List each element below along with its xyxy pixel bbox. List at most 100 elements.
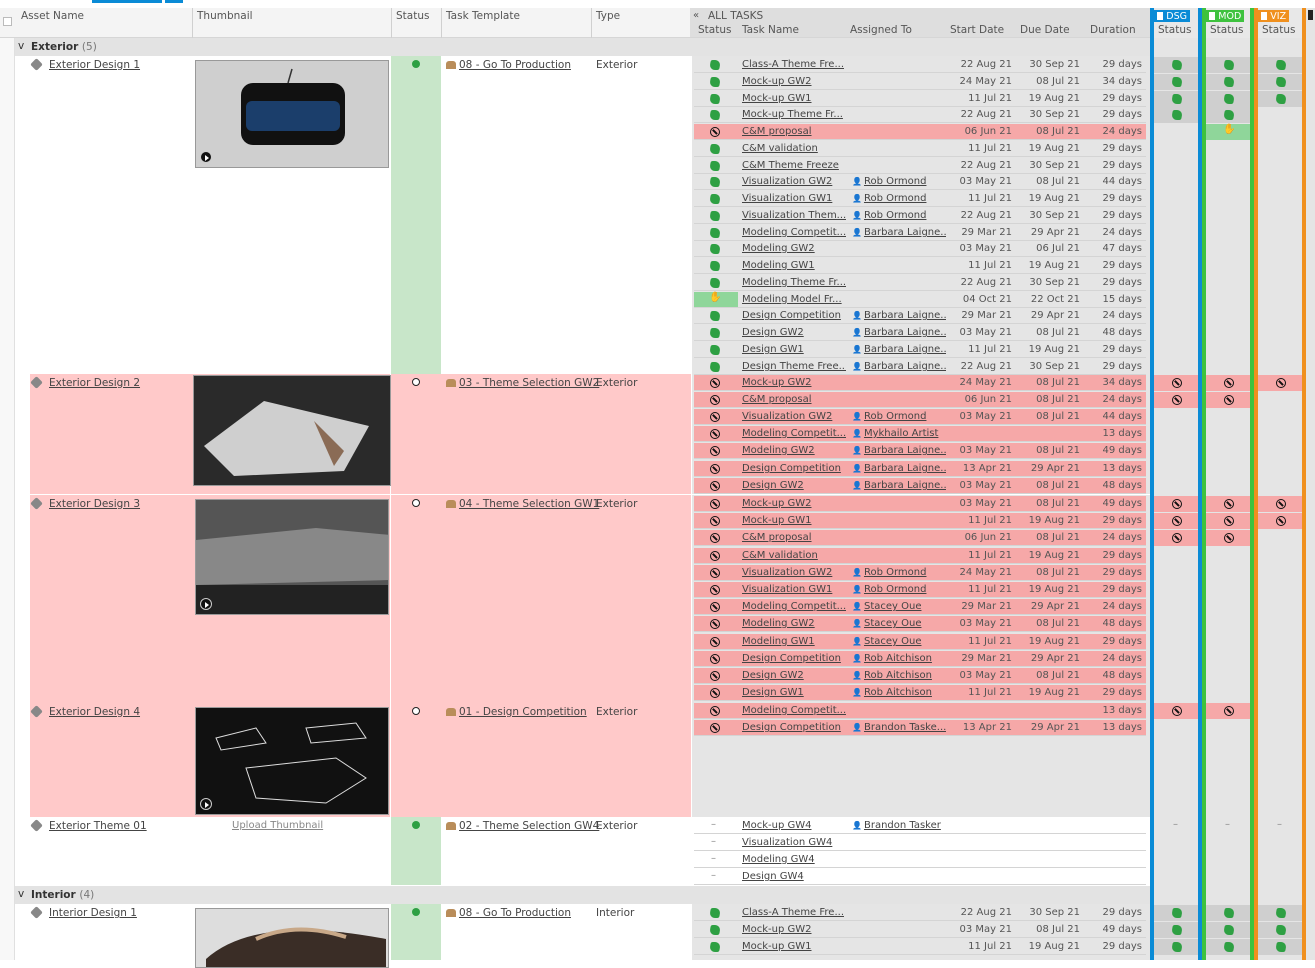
assignee-link[interactable]: Brandon Taske... [852, 722, 946, 733]
task-status-no-icon[interactable] [710, 516, 720, 526]
assignee-link[interactable]: Barbara Laigne... [852, 480, 946, 491]
task-name-link[interactable]: Modeling GW2 [742, 618, 846, 629]
task-row[interactable]: C&M validation 11 Jul 21 19 Aug 21 29 days [694, 548, 1146, 564]
dept-status-cell[interactable] [1154, 325, 1200, 341]
task-row[interactable]: Class-A Theme Fre... 22 Aug 21 30 Sep 21 29… [694, 57, 1146, 73]
task-row[interactable]: Mock-up GW2 24 May 21 08 Jul 21 34 days [694, 74, 1146, 90]
task-row[interactable]: Visualization GW2 Rob Ormond 03 May 21 08 J… [694, 174, 1146, 190]
dept-status-cell[interactable] [1206, 565, 1252, 581]
task-name-link[interactable]: Visualization Them... [742, 210, 846, 221]
task-status-ok-icon[interactable] [709, 362, 721, 372]
task-name-link[interactable]: Modeling Theme Fr... [742, 277, 846, 288]
dept-status-cell[interactable] [1154, 818, 1200, 834]
dept-status-cell[interactable] [1206, 905, 1252, 921]
dept-status-cell[interactable] [1154, 141, 1200, 157]
dept-status-cell[interactable] [1206, 325, 1252, 341]
dept-status-cell[interactable] [1258, 426, 1304, 442]
dept-status-cell[interactable] [1206, 634, 1252, 650]
task-status-ok-icon[interactable] [709, 244, 721, 254]
dept-status-cell[interactable] [1154, 57, 1200, 73]
dept-status-cell[interactable] [1154, 478, 1200, 494]
dept-status-cell[interactable] [1206, 57, 1252, 73]
task-status-no-icon[interactable] [710, 723, 720, 733]
task-status-ok-icon[interactable] [709, 144, 721, 154]
dept-status-cell[interactable] [1206, 461, 1252, 477]
task-row[interactable]: Design GW4 [694, 869, 1146, 885]
task-status-ok-icon[interactable] [709, 110, 721, 120]
dept-status-cell[interactable] [1154, 375, 1200, 391]
col-assigned-to[interactable]: Assigned To [850, 24, 912, 36]
dept-status-cell[interactable] [1154, 835, 1200, 851]
task-name-link[interactable]: Visualization GW2 [742, 411, 846, 422]
dept-status-cell[interactable] [1258, 275, 1304, 291]
dept-status-cell[interactable] [1206, 375, 1252, 391]
assignee-link[interactable]: Barbara Laigne... [852, 361, 946, 372]
task-row[interactable]: Mock-up GW2 03 May 21 08 Jul 21 49 days [694, 496, 1146, 512]
col-type[interactable]: Type [596, 10, 620, 22]
chevron-down-icon[interactable]: v [18, 40, 24, 52]
dept-status-cell[interactable] [1258, 174, 1304, 190]
task-status-no-icon[interactable] [710, 688, 720, 698]
assignee-link[interactable]: Rob Ormond [852, 411, 946, 422]
play-icon[interactable] [200, 598, 212, 610]
dept-status-cell[interactable] [1154, 225, 1200, 241]
task-status-ok-icon[interactable] [709, 345, 721, 355]
task-row[interactable]: Visualization Them... Rob Ormond 22 Aug 21… [694, 208, 1146, 224]
dept-status-cell[interactable] [1258, 513, 1304, 529]
task-row[interactable]: Mock-up GW2 24 May 21 08 Jul 21 34 days [694, 375, 1146, 391]
task-name-link[interactable]: Design GW1 [742, 344, 846, 355]
collapse-tasks-icon[interactable]: « [693, 10, 699, 21]
task-status-no-icon[interactable] [710, 585, 720, 595]
task-status-no-icon[interactable] [710, 395, 720, 405]
upload-thumbnail-link[interactable]: Upload Thumbnail [232, 820, 323, 831]
task-status-ok-icon[interactable] [709, 328, 721, 338]
task-row[interactable]: Design GW2 Barbara Laigne... 03 May 21 08 J… [694, 478, 1146, 494]
task-status-no-icon[interactable] [710, 429, 720, 439]
dept-status-cell[interactable] [1258, 905, 1304, 921]
task-status-no-icon[interactable] [710, 706, 720, 716]
dept-status-cell[interactable] [1154, 496, 1200, 512]
col-status[interactable]: Status [396, 10, 429, 22]
dept-status-cell[interactable] [1258, 461, 1304, 477]
dept-status-cell[interactable] [1154, 392, 1200, 408]
task-name-link[interactable]: C&M Theme Freeze [742, 160, 846, 171]
dept-status-cell[interactable] [1258, 57, 1304, 73]
dept-status-cell[interactable] [1154, 275, 1200, 291]
dept-status-cell[interactable] [1258, 107, 1304, 123]
task-template-link[interactable]: 08 - Go To Production [446, 59, 571, 71]
task-row[interactable]: Mock-up GW4 Brandon Tasker [694, 818, 1146, 834]
task-row[interactable]: Class-A Theme Fre... 22 Aug 21 30 Sep 21 29… [694, 905, 1146, 921]
dept-status-cell[interactable] [1206, 818, 1252, 834]
assignee-link[interactable]: Stacey Oue [852, 618, 946, 629]
task-row[interactable]: Mock-up GW1 11 Jul 21 19 Aug 21 29 days [694, 91, 1146, 107]
task-status-no-icon[interactable] [710, 568, 720, 578]
dept-status-cell[interactable] [1206, 939, 1252, 955]
asset-status-icon[interactable] [412, 821, 420, 829]
task-status-no-icon[interactable] [710, 619, 720, 629]
task-name-link[interactable]: C&M proposal [742, 394, 846, 405]
task-name-link[interactable]: C&M validation [742, 143, 846, 154]
dept-status-cell[interactable] [1206, 74, 1252, 90]
assignee-link[interactable]: Rob Ormond [852, 584, 946, 595]
task-status-ok-icon[interactable] [709, 94, 721, 104]
dept-status-cell[interactable] [1258, 124, 1304, 140]
dept-status-cell[interactable] [1206, 208, 1252, 224]
chevron-down-icon[interactable]: v [18, 888, 24, 900]
task-status-no-icon[interactable] [710, 446, 720, 456]
dept-status-cell[interactable] [1258, 616, 1304, 632]
task-row[interactable]: Design Competition Rob Aitchison 29 Mar 21… [694, 651, 1146, 667]
dept-status-cell[interactable] [1258, 359, 1304, 375]
assignee-link[interactable]: Barbara Laigne... [852, 310, 946, 321]
task-name-link[interactable]: Visualization GW2 [742, 176, 846, 187]
task-row[interactable]: Modeling GW1 11 Jul 21 19 Aug 21 29 days [694, 258, 1146, 274]
task-row[interactable]: Visualization GW2 Rob Ormond 24 May 21 08 J… [694, 565, 1146, 581]
dept-status-cell[interactable] [1154, 530, 1200, 546]
col-thumbnail[interactable]: Thumbnail [197, 10, 253, 22]
task-row[interactable]: Modeling Competit... Stacey Oue 29 Mar 21 2… [694, 599, 1146, 615]
dept-status-cell[interactable] [1206, 668, 1252, 684]
assignee-link[interactable]: Rob Ormond [852, 210, 946, 221]
dept-status-cell[interactable] [1258, 91, 1304, 107]
asset-name-link[interactable]: Exterior Design 2 [49, 377, 140, 389]
dept-status-cell[interactable] [1154, 634, 1200, 650]
dept-status-cell[interactable] [1206, 530, 1252, 546]
